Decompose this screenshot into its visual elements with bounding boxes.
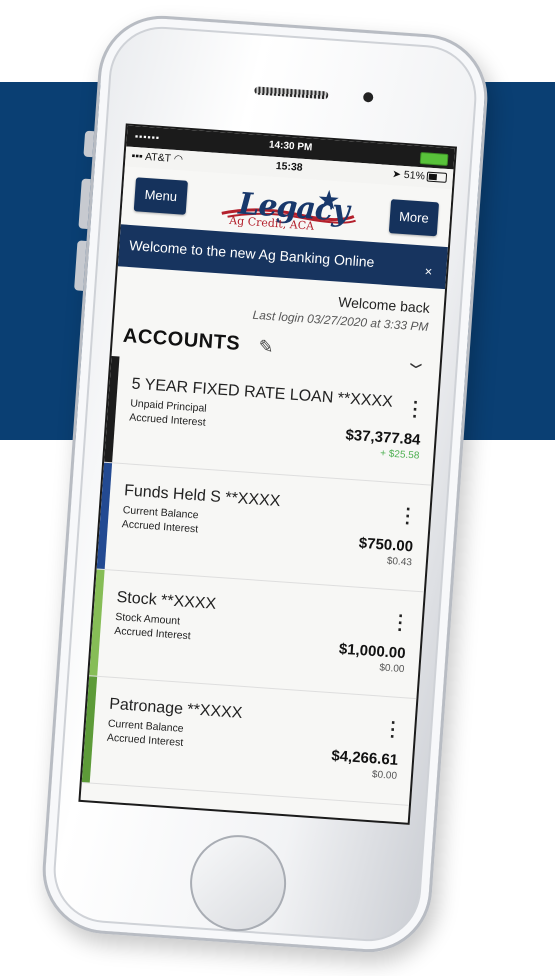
battery-status: ➤ 51% [391,168,448,184]
edit-pencil-icon[interactable]: ✎ [258,336,274,358]
account-card[interactable]: Patronage **XXXX Current Balance Accrued… [81,676,417,806]
account-name: Stock **XXXX [116,588,217,613]
phone-mockup: ▪▪▪▪▪▪ 14:30 PM ▪▪▪ AT&T ◠ 15:38 ➤ 51% M… [38,11,492,957]
kebab-menu-icon[interactable]: · · · [404,499,412,533]
account-amount: $4,266.61 [330,747,399,769]
kebab-menu-icon[interactable]: · · · [396,606,404,640]
account-sub-amount: $0.00 [371,769,398,782]
account-sub-amount: + $25.58 [379,447,420,462]
legacy-logo[interactable]: Legacy ★ Ag Credit, ACA [217,177,366,239]
close-icon[interactable]: × [424,264,433,279]
kebab-menu-icon[interactable]: · · · [411,392,419,426]
star-icon: ★ [315,183,342,216]
menu-button[interactable]: Menu [133,177,188,215]
account-amount: $1,000.00 [338,640,407,663]
account-label-secondary: Accrued Interest [121,518,199,536]
kebab-menu-icon[interactable]: · · · [389,712,397,746]
battery-full-icon [419,152,449,166]
account-sub-amount: $0.00 [379,662,405,676]
accounts-title: ACCOUNTS [122,324,241,355]
chevron-up-icon[interactable]: ‹ [398,361,432,369]
phone-screen: ▪▪▪▪▪▪ 14:30 PM ▪▪▪ AT&T ◠ 15:38 ➤ 51% M… [78,123,458,825]
more-button[interactable]: More [388,199,440,237]
welcome-greeting: Welcome back [337,293,431,317]
mute-switch [83,130,95,158]
banner-text: Welcome to the new Ag Banking Online [128,236,375,271]
account-amount: $37,377.84 [344,426,422,449]
account-amount: $750.00 [358,534,414,556]
location-arrow-icon: ➤ [391,168,405,181]
account-sub-amount: $0.43 [386,555,413,569]
battery-icon [426,171,448,184]
